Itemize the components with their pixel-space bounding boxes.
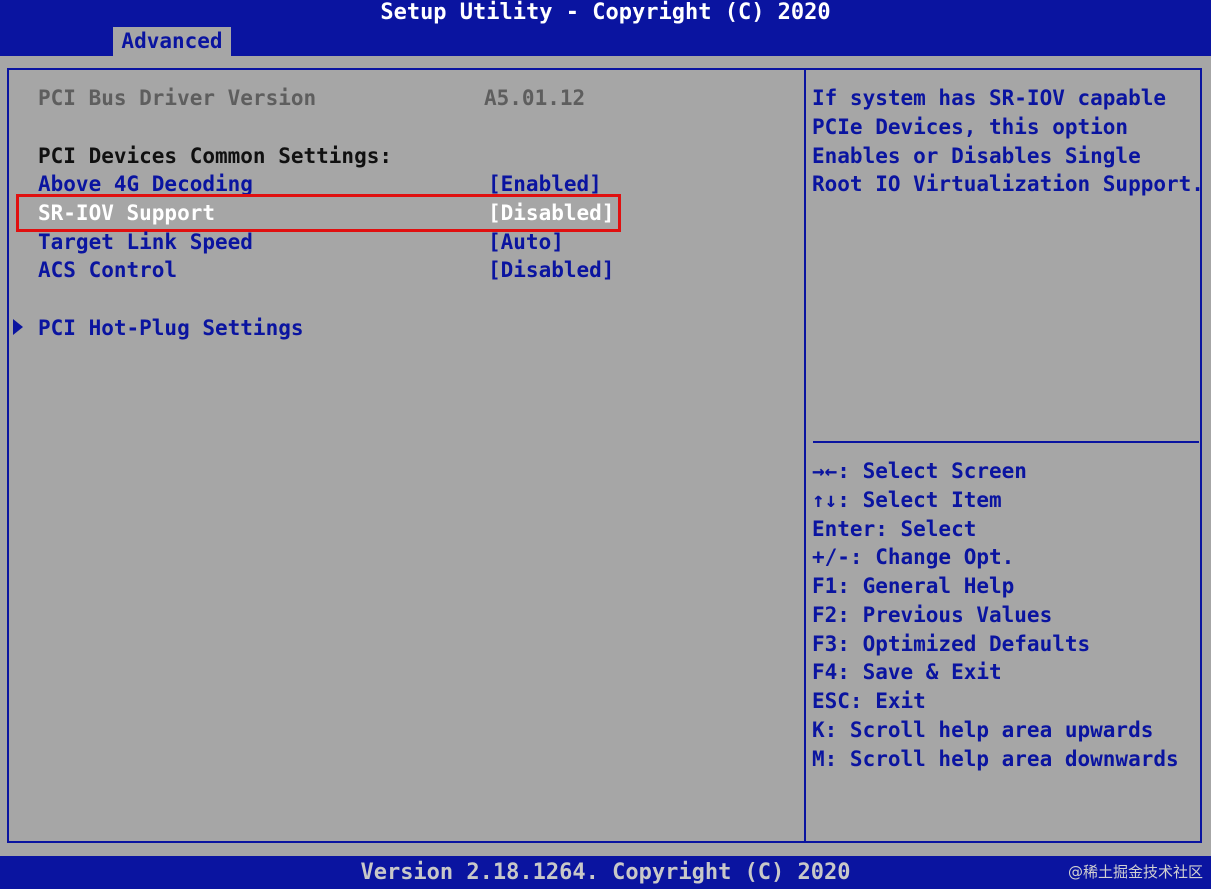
key-legend-item: F2: Previous Values: [812, 603, 1053, 627]
driver-version-value: A5.01.12: [484, 86, 586, 110]
version-text: Version 2.18.1264. Copyright (C) 2020: [360, 860, 851, 885]
window-title: Setup Utility - Copyright (C) 2020: [380, 0, 831, 25]
help-line: Enables or Disables Single: [812, 144, 1141, 168]
section-heading: PCI Devices Common Settings:: [38, 144, 393, 168]
setting-target-link-speed-value[interactable]: [Auto]: [488, 228, 564, 256]
setting-target-link-speed[interactable]: Target Link Speed: [38, 228, 253, 256]
key-legend-item: M: Scroll help area downwards: [812, 747, 1179, 771]
key-legend-item: K: Scroll help area upwards: [812, 718, 1154, 742]
help-divider: [813, 441, 1199, 443]
panel-divider: [804, 68, 806, 843]
setting-acs-control-value[interactable]: [Disabled]: [488, 256, 614, 284]
setting-sr-iov-support-value[interactable]: [Disabled]: [488, 199, 614, 227]
key-legend-item: F3: Optimized Defaults: [812, 632, 1091, 656]
submenu-pci-hot-plug-settings[interactable]: PCI Hot-Plug Settings: [38, 314, 304, 342]
submenu-arrow-icon: [13, 319, 23, 335]
help-line: Root IO Virtualization Support.: [812, 172, 1204, 196]
key-legend-item: ESC: Exit: [812, 689, 926, 713]
watermark: @稀土掘金技术社区: [1067, 863, 1203, 881]
key-legend-item: ↑↓: Select Item: [812, 488, 1002, 512]
key-legend-item: F1: General Help: [812, 574, 1015, 598]
help-line: PCIe Devices, this option: [812, 115, 1129, 139]
setting-acs-control[interactable]: ACS Control: [38, 256, 177, 284]
help-line: If system has SR-IOV capable: [812, 86, 1167, 110]
key-legend-item: +/-: Change Opt.: [812, 545, 1015, 569]
setting-sr-iov-support[interactable]: SR-IOV Support: [38, 199, 215, 227]
tab-advanced[interactable]: Advanced: [113, 27, 231, 56]
key-legend-item: →←: Select Screen: [812, 459, 1027, 483]
key-legend-item: F4: Save & Exit: [812, 660, 1002, 684]
driver-version-label: PCI Bus Driver Version: [38, 86, 317, 110]
key-legend-item: Enter: Select: [812, 517, 977, 541]
